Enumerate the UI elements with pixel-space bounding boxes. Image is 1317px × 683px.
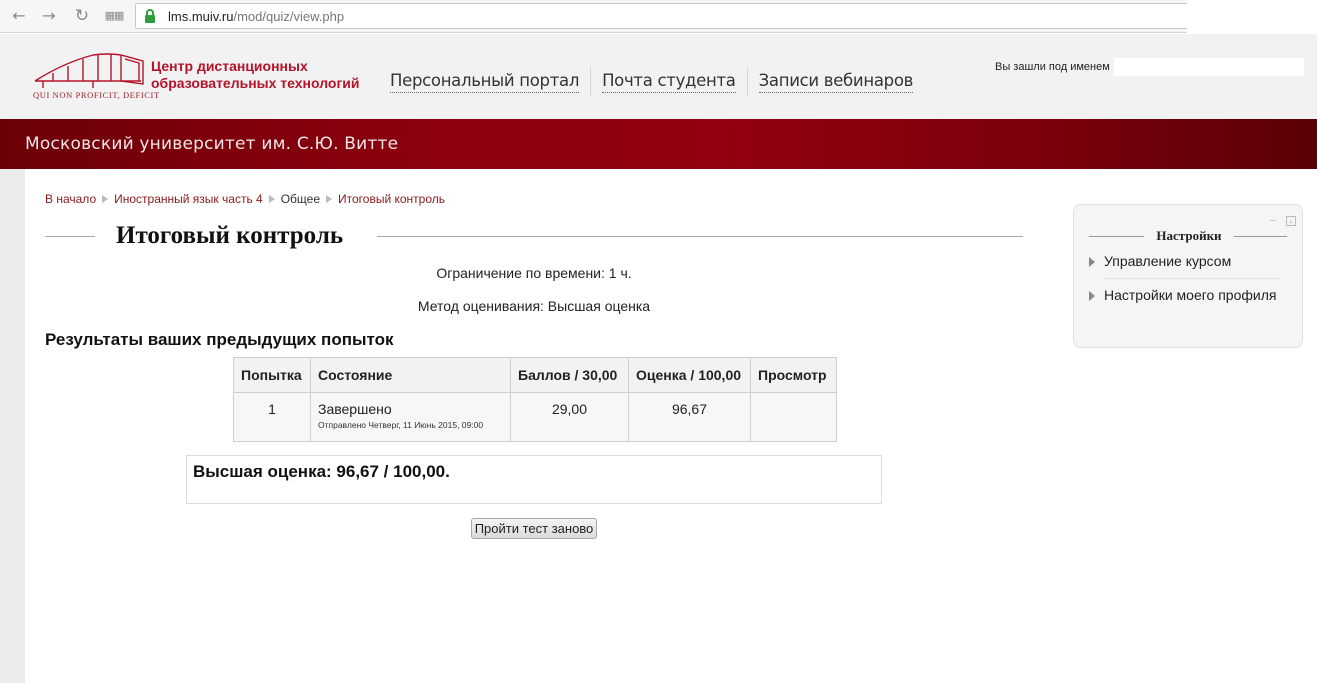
page-title: Итоговый контроль — [116, 222, 344, 249]
settings-item-label: Управление курсом — [1104, 253, 1232, 269]
attempts-table: Попытка Состояние Баллов / 30,00 Оценка … — [233, 357, 837, 442]
attempt-review-cell[interactable] — [750, 392, 837, 442]
settings-block: – ‹ Настройки Управление курсом Настройк… — [1073, 204, 1303, 348]
logo-title: Центр дистанционных образовательных техн… — [151, 58, 360, 91]
grading-method: Метод оценивания: Высшая оценка — [417, 298, 651, 314]
expand-arrow-icon — [1089, 257, 1095, 267]
nav-webinar-records[interactable]: Записи вебинаров — [758, 71, 913, 93]
section-title: Результаты ваших предыдущих попыток — [45, 330, 394, 349]
breadcrumb-arrow-icon — [102, 195, 109, 203]
retry-quiz-button[interactable]: Пройти тест заново — [471, 518, 597, 539]
attempt-number: 1 — [268, 401, 276, 417]
reload-icon[interactable]: ↻ — [72, 6, 92, 26]
attempt-grade-cell: 96,67 — [628, 392, 751, 442]
back-arrow-icon[interactable]: ← — [9, 6, 29, 26]
page-heading: Итоговый контроль — [45, 222, 1023, 252]
settings-rule — [1234, 236, 1287, 237]
attempt-submitted: Отправлено Четверг, 11 Июнь 2015, 09:00 — [318, 420, 484, 430]
nav-student-mail[interactable]: Почта студента — [602, 71, 736, 93]
nav-personal-portal[interactable]: Персональный портал — [390, 71, 579, 93]
breadcrumb: В начало Иностранный язык часть 4 Общее … — [45, 192, 445, 206]
attempt-state-cell: Завершено Отправлено Четверг, 11 Июнь 20… — [310, 392, 511, 442]
time-limit: Ограничение по времени: 1 ч. — [436, 265, 632, 281]
university-name: Московский университет им. С.Ю. Витте — [25, 134, 399, 154]
settings-divider — [1104, 278, 1280, 279]
table-header-row: Попытка Состояние Баллов / 30,00 Оценка … — [233, 357, 837, 393]
site-header: Центр дистанционных образовательных техн… — [0, 34, 1317, 119]
heading-rule — [45, 236, 95, 237]
university-banner: Московский университет им. С.Ю. Витте — [0, 119, 1317, 169]
apps-grid-icon[interactable]: ▦▦ — [104, 6, 125, 26]
breadcrumb-course[interactable]: Иностранный язык часть 4 — [114, 192, 263, 206]
nav-divider — [590, 67, 592, 97]
best-grade-box: Высшая оценка: 96,67 / 100,00. — [186, 455, 882, 504]
address-bar[interactable]: lms.muiv.ru/mod/quiz/view.php — [135, 3, 1220, 29]
breadcrumb-arrow-icon — [268, 195, 275, 203]
nav-divider — [746, 67, 748, 97]
heading-rule — [377, 236, 1023, 237]
expand-arrow-icon — [1089, 291, 1095, 301]
attempt-grade: 96,67 — [671, 401, 708, 417]
col-marks: Баллов / 30,00 — [510, 357, 629, 393]
logo[interactable]: Центр дистанционных образовательных техн… — [33, 51, 363, 101]
lock-icon — [145, 9, 155, 23]
url-text[interactable]: lms.muiv.ru/mod/quiz/view.php — [168, 9, 344, 24]
forward-arrow-icon[interactable]: → — [39, 6, 59, 26]
left-margin — [0, 169, 25, 683]
breadcrumb-section: Общее — [280, 192, 320, 206]
logo-motto: QUI NON PROFICIT, DEFICIT — [33, 90, 160, 100]
col-review: Просмотр — [750, 357, 837, 393]
browser-toolbar: ← → ↻ ▦▦ lms.muiv.ru/mod/quiz/view.php — [0, 0, 1317, 33]
login-info: Вы зашли под именем — [995, 61, 1110, 73]
attempt-number-cell: 1 — [233, 392, 311, 442]
attempt-marks: 29,00 — [551, 401, 588, 417]
col-state: Состояние — [310, 357, 511, 393]
col-attempt: Попытка — [233, 357, 311, 393]
settings-item-profile[interactable]: Настройки моего профиля — [1089, 286, 1284, 305]
settings-item-label: Настройки моего профиля — [1104, 287, 1277, 303]
settings-item-course-admin[interactable]: Управление курсом — [1089, 252, 1284, 271]
attempt-review[interactable] — [758, 393, 829, 401]
attempt-marks-cell: 29,00 — [510, 392, 629, 442]
breadcrumb-home[interactable]: В начало — [45, 192, 96, 206]
collapse-icon[interactable]: – — [1270, 216, 1279, 226]
breadcrumb-quiz[interactable]: Итоговый контроль — [338, 192, 445, 206]
table-row: 1 Завершено Отправлено Четверг, 11 Июнь … — [233, 392, 837, 442]
col-grade: Оценка / 100,00 — [628, 357, 751, 393]
breadcrumb-arrow-icon — [326, 195, 332, 203]
username-display[interactable] — [1114, 58, 1304, 76]
best-grade: Высшая оценка: 96,67 / 100,00. — [193, 462, 450, 481]
toolbar-blank-area — [1187, 0, 1317, 33]
attempt-state: Завершено — [318, 401, 392, 417]
top-navigation: Персональный портал Почта студента Запис… — [390, 67, 913, 97]
dock-icon[interactable]: ‹ — [1286, 216, 1296, 226]
